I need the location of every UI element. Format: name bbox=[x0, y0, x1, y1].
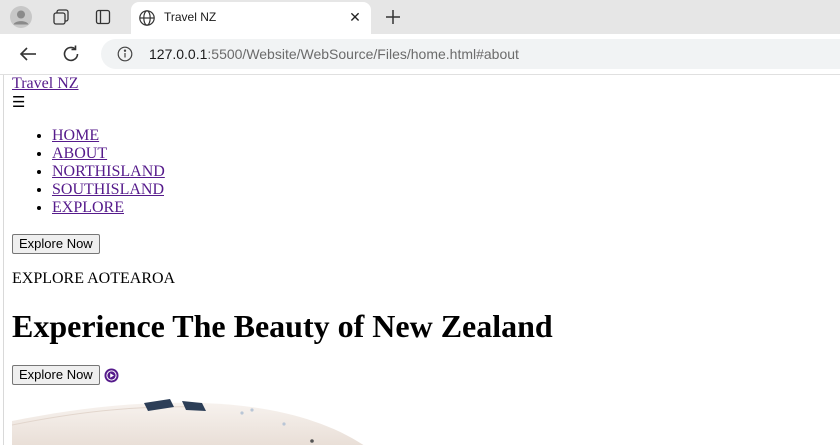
main-nav: HOME ABOUT NORTHISLAND SOUTHISLAND EXPLO… bbox=[12, 127, 833, 217]
play-video-link[interactable] bbox=[104, 368, 119, 383]
explore-now-button-top[interactable]: Explore Now bbox=[12, 234, 100, 254]
close-tab-icon[interactable]: ✕ bbox=[347, 10, 363, 26]
collections-icon[interactable] bbox=[50, 6, 72, 28]
tab-actions-icon[interactable] bbox=[92, 6, 114, 28]
explore-now-button-hero[interactable]: Explore Now bbox=[12, 365, 100, 385]
nav-item-home: HOME bbox=[52, 127, 833, 145]
play-circle-icon bbox=[104, 368, 119, 382]
url-field[interactable]: 127.0.0.1:5500/Website/WebSource/Files/h… bbox=[101, 39, 840, 69]
nav-link-southisland[interactable]: SOUTHISLAND bbox=[52, 181, 164, 198]
nav-item-northisland: NORTHISLAND bbox=[52, 163, 833, 181]
active-tab[interactable]: Travel NZ ✕ bbox=[131, 2, 371, 34]
reload-icon[interactable] bbox=[60, 43, 82, 65]
nav-item-explore: EXPLORE bbox=[52, 199, 833, 217]
nav-link-explore[interactable]: EXPLORE bbox=[52, 199, 124, 216]
url-text: 127.0.0.1:5500/Website/WebSource/Files/h… bbox=[149, 46, 519, 62]
profile-icon[interactable] bbox=[10, 6, 32, 28]
menu-toggle-icon[interactable]: ☰ bbox=[12, 93, 833, 111]
tab-title: Travel NZ bbox=[164, 10, 217, 24]
brand-link[interactable]: Travel NZ bbox=[12, 75, 79, 93]
new-tab-icon[interactable] bbox=[382, 6, 404, 28]
nav-link-about[interactable]: ABOUT bbox=[52, 145, 107, 162]
hero-headline: Experience The Beauty of New Zealand bbox=[12, 308, 553, 344]
nav-item-about: ABOUT bbox=[52, 145, 833, 163]
address-bar: 127.0.0.1:5500/Website/WebSource/Files/h… bbox=[0, 34, 840, 75]
nav-link-home[interactable]: HOME bbox=[52, 127, 99, 144]
nav-link-northisland[interactable]: NORTHISLAND bbox=[52, 163, 165, 180]
back-icon[interactable] bbox=[17, 43, 39, 65]
eyebrow-text: EXPLORE AOTEAROA bbox=[12, 270, 176, 287]
site-info-icon[interactable] bbox=[117, 46, 133, 62]
page-viewport: Travel NZ ☰ HOME ABOUT NORTHISLAND SOUTH… bbox=[3, 75, 840, 445]
tab-strip: Travel NZ ✕ bbox=[0, 0, 840, 34]
hero-airplane-image bbox=[12, 399, 364, 445]
globe-icon bbox=[139, 10, 155, 26]
nav-item-southisland: SOUTHISLAND bbox=[52, 181, 833, 199]
